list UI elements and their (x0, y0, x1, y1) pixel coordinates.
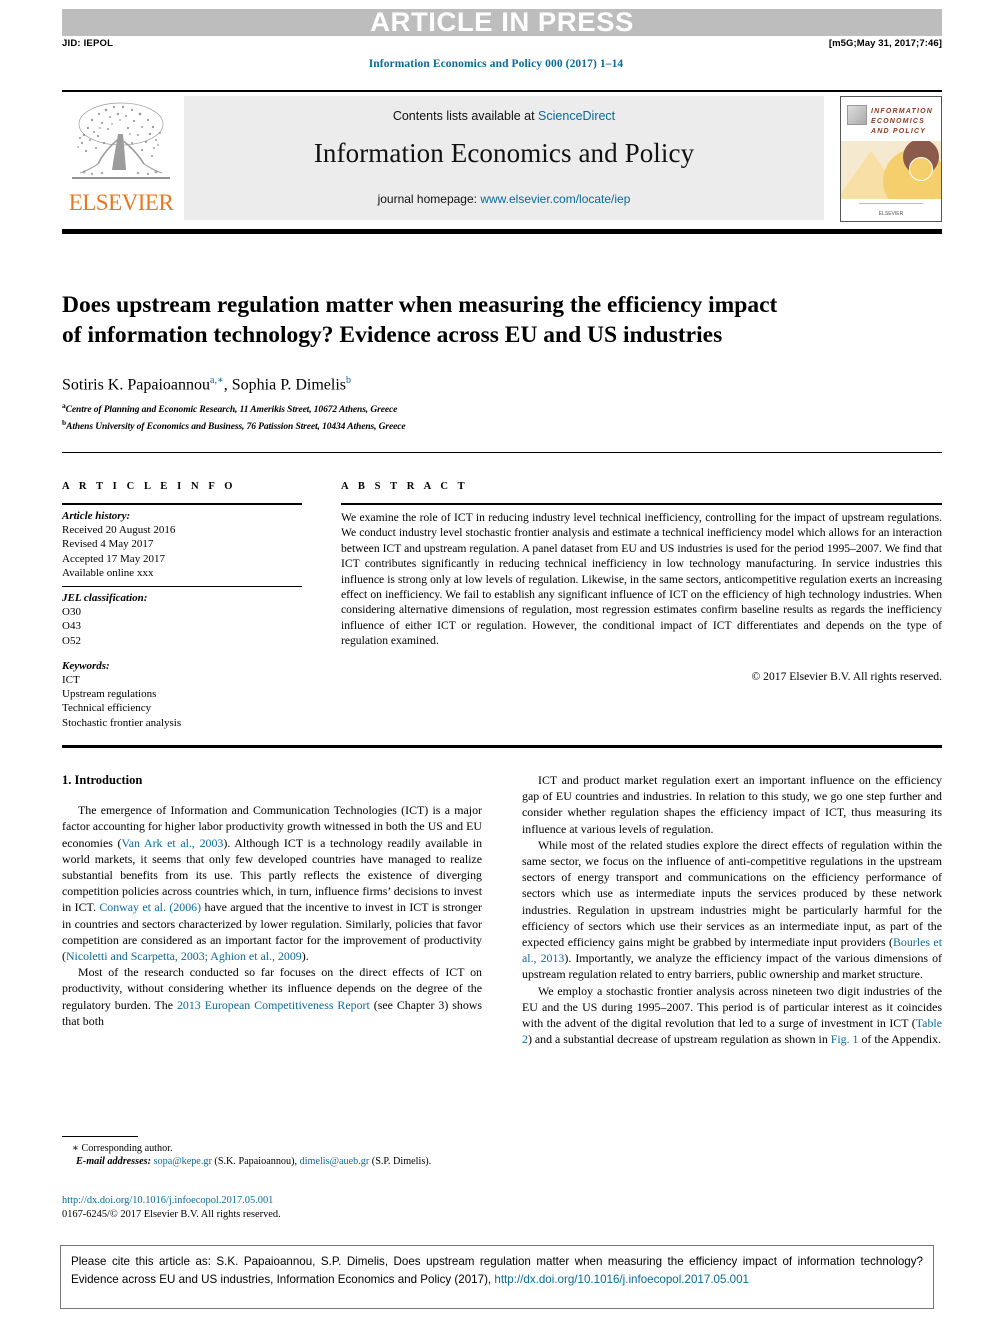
homepage-prefix: journal homepage: (377, 192, 481, 206)
journal-id-label: JID: IEPOL (62, 38, 114, 49)
intro-paragraph-2: Most of the research conducted so far fo… (62, 965, 482, 1028)
elsevier-wordmark: ELSEVIER (68, 190, 174, 215)
footnote-block: ∗ Corresponding author. E-mail addresses… (62, 1142, 482, 1169)
cover-title-line1: INFORMATION (871, 108, 934, 115)
journal-masthead: ELSEVIER Contents lists available at Sci… (62, 90, 942, 223)
article-info-divider (62, 586, 302, 588)
keyword-3: Stochastic frontier analysis (62, 716, 182, 729)
article-info-heading: A R T I C L E I N F O (62, 481, 237, 492)
article-in-press-banner: ARTICLE IN PRESS (62, 7, 942, 37)
article-in-press-label: ARTICLE IN PRESS (370, 7, 634, 37)
corresponding-author-note: ∗ Corresponding author. (72, 1143, 173, 1154)
body-column-left: 1. Introduction The emergence of Informa… (62, 772, 482, 1029)
keywords-label: Keywords: (62, 659, 110, 672)
issn-copyright-line: 0167-6245/© 2017 Elsevier B.V. All right… (62, 1208, 281, 1220)
body-column-right: ICT and product market regulation exert … (522, 772, 942, 1047)
abstract-rule (341, 503, 942, 505)
email-link-dimelis[interactable]: dimelis@aueb.gr (300, 1156, 370, 1167)
elsevier-logo: ELSEVIER (62, 98, 180, 220)
cover-artwork (841, 141, 941, 199)
keyword-2: Technical efficiency (62, 702, 152, 715)
cover-title-line2: ECONOMICS (871, 118, 925, 125)
jel-code-1: O43 (62, 620, 81, 633)
affiliation-b-text: Athens University of Economics and Busin… (66, 422, 406, 433)
citation-footer-text: Please cite this article as: S.K. Papaio… (71, 1253, 923, 1289)
cover-title-line3: AND POLICY (871, 128, 927, 135)
citation-footer-box: Please cite this article as: S.K. Papaio… (60, 1245, 934, 1309)
abstract-heading: A B S T R A C T (341, 481, 469, 492)
section-heading-introduction: 1. Introduction (62, 773, 143, 787)
email-addresses-note: E-mail addresses: sopa@kepe.gr (S.K. Pap… (62, 1155, 482, 1168)
sciencedirect-link[interactable]: ScienceDirect (538, 109, 615, 123)
email-owner-papaioannou: (S.K. Papaioannou), (214, 1156, 298, 1168)
article-history-revised: Revised 4 May 2017 (62, 538, 154, 551)
footnote-rule (62, 1136, 138, 1137)
contents-available-line: Contents lists available at ScienceDirec… (184, 109, 824, 123)
email-addresses-label: E-mail addresses: (76, 1156, 151, 1168)
author-list: Sotiris K. Papaioannoua,∗, Sophia P. Dim… (62, 375, 351, 394)
abstract-text: We examine the role of ICT in reducing i… (341, 511, 942, 648)
article-info-column: Article history: Received 20 August 2016… (62, 509, 312, 730)
jel-code-0: O30 (62, 606, 81, 619)
masthead-inner: ELSEVIER Contents lists available at Sci… (62, 94, 942, 222)
masthead-center-panel: Contents lists available at ScienceDirec… (184, 96, 824, 220)
intro-paragraph-1: The emergence of Information and Communi… (62, 803, 483, 964)
email-link-papaioannou[interactable]: sopa@kepe.gr (154, 1156, 212, 1167)
article-history-label: Article history: (62, 510, 131, 522)
email-owner-dimelis: (S.P. Dimelis). (371, 1156, 432, 1168)
cover-title-text: INFORMATION ECONOMICS AND POLICY (871, 107, 933, 137)
article-info-rule (62, 503, 302, 505)
abstract-section-top-rule (62, 452, 942, 453)
affiliation-b: bAthens University of Economics and Busi… (62, 418, 822, 432)
masthead-top-rule (62, 90, 942, 92)
elsevier-tree-icon (68, 98, 174, 190)
journal-homepage-link[interactable]: www.elsevier.com/locate/iep (480, 192, 630, 206)
affiliation-a: aCentre of Planning and Economic Researc… (62, 401, 822, 415)
running-journal-reference: Information Economics and Policy 000 (20… (368, 58, 624, 70)
build-stamp-label: [m5G;May 31, 2017;7:46] (828, 38, 942, 49)
citation-doi-link[interactable]: http://dx.doi.org/10.1016/j.infoecopol.2… (494, 1273, 749, 1286)
journal-title: Information Economics and Policy (313, 138, 695, 168)
contents-prefix: Contents lists available at (392, 109, 539, 123)
copyright-line: © 2017 Elsevier B.V. All rights reserved… (751, 670, 942, 683)
keyword-0: ICT (62, 674, 80, 687)
abstract-section-bottom-rule (62, 745, 942, 748)
paper-page: ARTICLE IN PRESS JID: IEPOL [m5G;May 31,… (0, 0, 992, 1323)
affiliation-a-text: Centre of Planning and Economic Research… (65, 405, 398, 416)
cover-divider (859, 203, 923, 205)
jel-code-2: O52 (62, 634, 81, 647)
keyword-1: Upstream regulations (62, 688, 157, 701)
jel-classification-label: JEL classification: (62, 592, 148, 605)
article-history-online: Available online xxx (62, 566, 154, 579)
intro-paragraph-4: While most of the related studies explor… (522, 837, 942, 982)
article-history-accepted: Accepted 17 May 2017 (62, 552, 165, 565)
intro-paragraph-5: We employ a stochastic frontier analysis… (522, 983, 942, 1047)
doi-block: http://dx.doi.org/10.1016/j.infoecopol.2… (62, 1194, 482, 1221)
journal-cover-thumbnail: INFORMATION ECONOMICS AND POLICY ELSEVIE… (840, 96, 942, 222)
page-title: Does upstream regulation matter when mea… (62, 291, 778, 348)
intro-paragraph-3: ICT and product market regulation exert … (522, 773, 942, 836)
doi-link[interactable]: http://dx.doi.org/10.1016/j.infoecopol.2… (62, 1195, 273, 1206)
cover-elsevier-icon (847, 105, 867, 125)
cover-footer-text: ELSEVIER (878, 211, 904, 217)
masthead-bottom-rule (62, 229, 942, 234)
journal-homepage-line: journal homepage: www.elsevier.com/locat… (184, 192, 824, 206)
article-history-received: Received 20 August 2016 (62, 524, 176, 537)
cover-small-circle (909, 157, 933, 181)
